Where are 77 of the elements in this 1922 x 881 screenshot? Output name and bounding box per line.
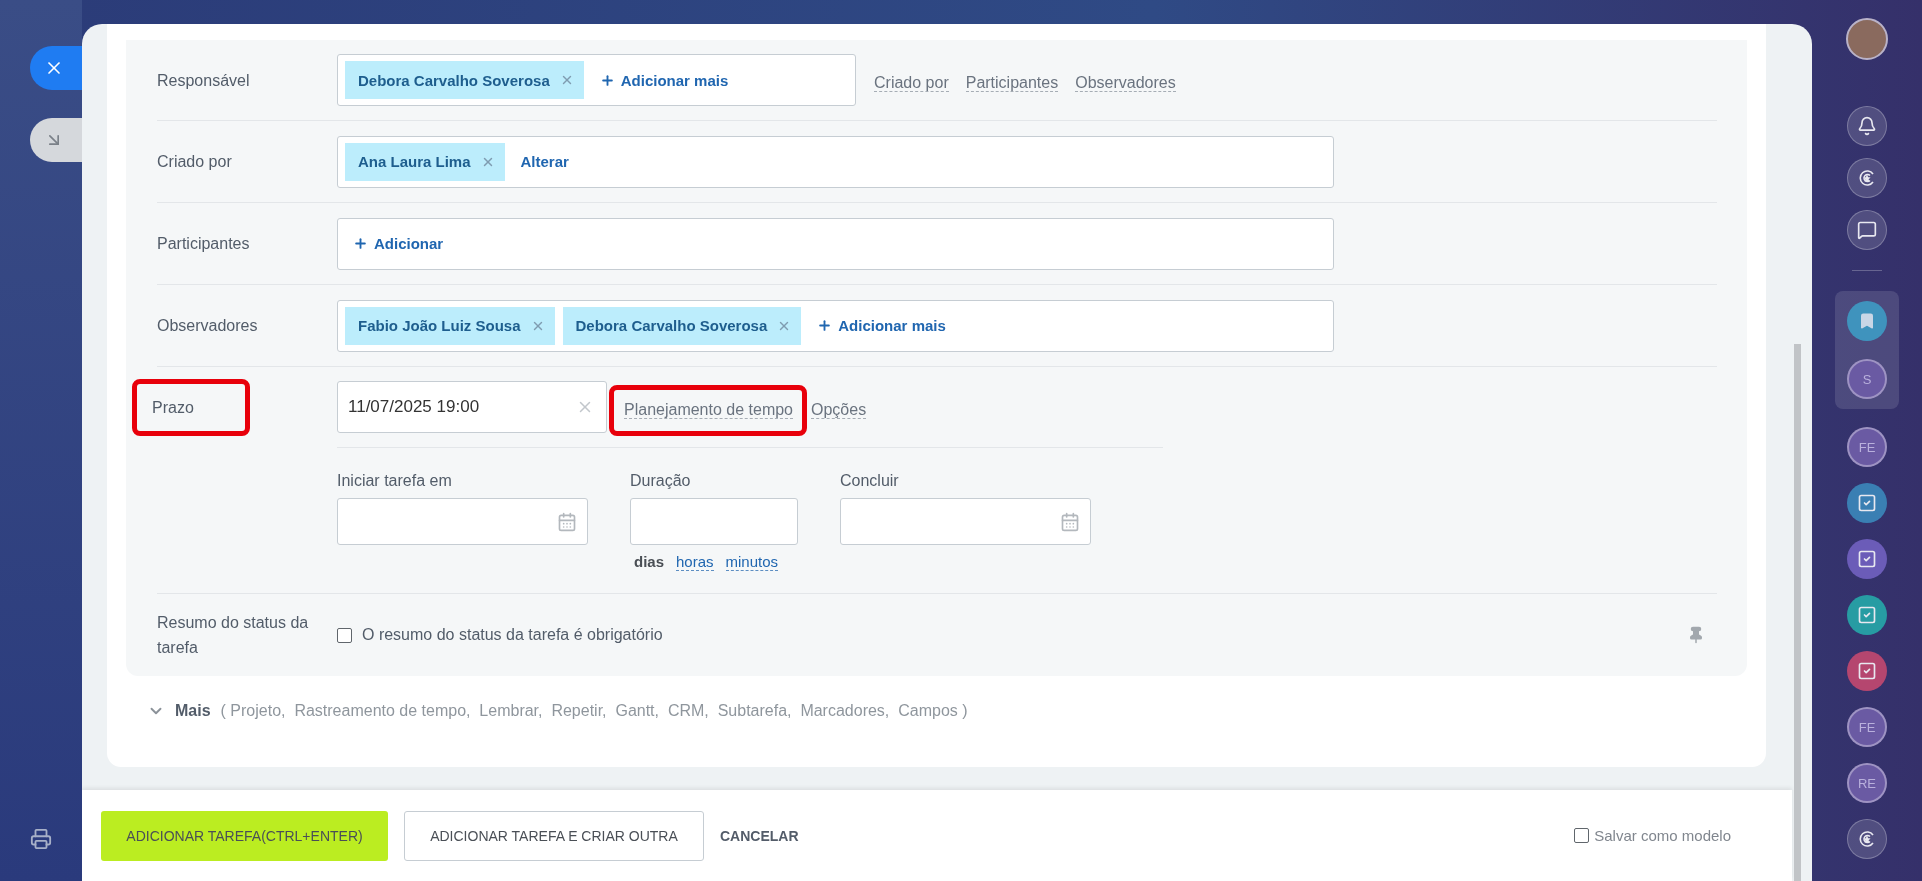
task-button[interactable] xyxy=(1847,539,1887,579)
swirl-icon xyxy=(1857,168,1877,188)
option-link[interactable]: Planejamento de tempo xyxy=(609,384,807,436)
person-name: Fabio João Luiz Sousa xyxy=(358,317,521,334)
person-name: Debora Carvalho Soverosa xyxy=(358,71,550,89)
unit-link[interactable]: dias xyxy=(634,553,664,571)
swirl-icon xyxy=(1857,829,1877,849)
unit-link[interactable]: horas xyxy=(676,553,714,571)
field-label: Resumo do status da tarefa xyxy=(157,613,310,658)
field-label: Responsável xyxy=(157,70,251,91)
add-link[interactable]: Adicionar mais xyxy=(599,71,729,89)
scrollbar-thumb[interactable] xyxy=(1794,344,1801,881)
role-link[interactable]: Criado por xyxy=(874,73,949,93)
person-tag[interactable]: Debora Carvalho Soverosa xyxy=(345,61,584,99)
checked-box-icon xyxy=(1857,605,1877,625)
task-button[interactable] xyxy=(1847,483,1887,523)
task-button[interactable] xyxy=(1847,595,1887,635)
checked-box-icon xyxy=(1857,493,1877,513)
chat-avatar[interactable]: FE xyxy=(1847,427,1887,467)
task-button[interactable] xyxy=(1847,651,1887,691)
deadline-value: 11/07/2025 19:00 xyxy=(348,397,480,417)
chat-avatar[interactable]: S xyxy=(1847,359,1887,399)
person-name: Ana Laura Lima xyxy=(358,153,471,170)
bell-icon xyxy=(1857,116,1877,136)
people-field[interactable]: Debora Carvalho Soverosa Adicionar mais xyxy=(337,54,856,106)
people-field[interactable]: Adicionar xyxy=(337,217,1334,270)
deadline-field[interactable]: 11/07/2025 19:00 xyxy=(337,381,607,433)
collapse-button[interactable] xyxy=(30,118,82,162)
chat-avatar[interactable]: RE xyxy=(1847,763,1887,803)
plus-icon xyxy=(353,236,368,251)
print-icon[interactable] xyxy=(30,828,52,850)
checkbox-label: Salvar como modelo xyxy=(1594,827,1731,844)
avatar-photo-placeholder[interactable] xyxy=(1846,18,1888,60)
add-another-button[interactable]: ADICIONAR TAREFA E CRIAR OUTRA xyxy=(404,810,704,861)
cancel-button[interactable]: CANCELAR xyxy=(718,810,801,861)
checkbox[interactable] xyxy=(337,627,352,643)
plus-icon xyxy=(817,318,833,333)
unit-link[interactable]: minutos xyxy=(725,553,779,571)
input-field[interactable] xyxy=(840,498,1091,545)
chat-button[interactable] xyxy=(1847,210,1887,250)
more-fields-list: ( Projeto, Rastreamento de tempo, Lembrar, Repetir, Gantt, CRM, Subtarefa, Marcadores, Campos ) xyxy=(220,702,968,720)
notifications-button[interactable] xyxy=(1847,106,1887,146)
field-label: Participantes xyxy=(157,234,251,254)
plus-icon xyxy=(599,72,615,88)
field-label: Concluir xyxy=(840,472,900,490)
role-link[interactable]: Observadores xyxy=(1075,73,1176,93)
person-tag[interactable]: Debora Carvalho Soverosa xyxy=(562,306,802,345)
add-link[interactable]: Alterar xyxy=(520,153,569,170)
checked-box-icon xyxy=(1857,661,1877,681)
role-link[interactable]: Participantes xyxy=(965,73,1059,93)
copilot-button[interactable] xyxy=(1847,819,1887,859)
input-field[interactable] xyxy=(630,498,798,545)
close-button[interactable] xyxy=(30,46,82,90)
option-link[interactable]: Opções xyxy=(811,400,867,420)
checkbox-label: O resumo do status da tarefa é obrigatório xyxy=(362,626,663,644)
input-field[interactable] xyxy=(337,498,588,545)
bookmark-icon xyxy=(1858,312,1876,330)
field-label: Duração xyxy=(630,472,692,490)
add-link[interactable]: Adicionar mais xyxy=(817,317,946,334)
add-link[interactable]: Adicionar xyxy=(353,235,444,252)
people-field[interactable]: Ana Laura Lima Alterar xyxy=(337,135,1334,188)
chat-avatar[interactable]: FE xyxy=(1847,707,1887,747)
person-name: Debora Carvalho Soverosa xyxy=(575,317,768,334)
person-tag[interactable]: Fabio João Luiz Sousa xyxy=(345,306,555,345)
field-label: Iniciar tarefa em xyxy=(337,472,453,490)
more-link[interactable]: Mais xyxy=(175,702,211,720)
checkbox[interactable] xyxy=(1574,828,1590,843)
field-label: Criado por xyxy=(157,152,233,172)
checked-box-icon xyxy=(1857,549,1877,569)
copilot-button[interactable] xyxy=(1847,158,1887,198)
add-task-button[interactable]: ADICIONAR TAREFA(CTRL+ENTER) xyxy=(101,810,388,861)
bookmark-button[interactable] xyxy=(1847,301,1887,341)
people-field[interactable]: Fabio João Luiz Sousa Debora Carvalho Soverosa Adicionar mais xyxy=(337,299,1334,352)
chat-icon xyxy=(1857,220,1877,240)
person-tag[interactable]: Ana Laura Lima xyxy=(345,142,505,181)
field-label: Prazo xyxy=(132,378,250,436)
field-label: Observadores xyxy=(157,316,259,336)
